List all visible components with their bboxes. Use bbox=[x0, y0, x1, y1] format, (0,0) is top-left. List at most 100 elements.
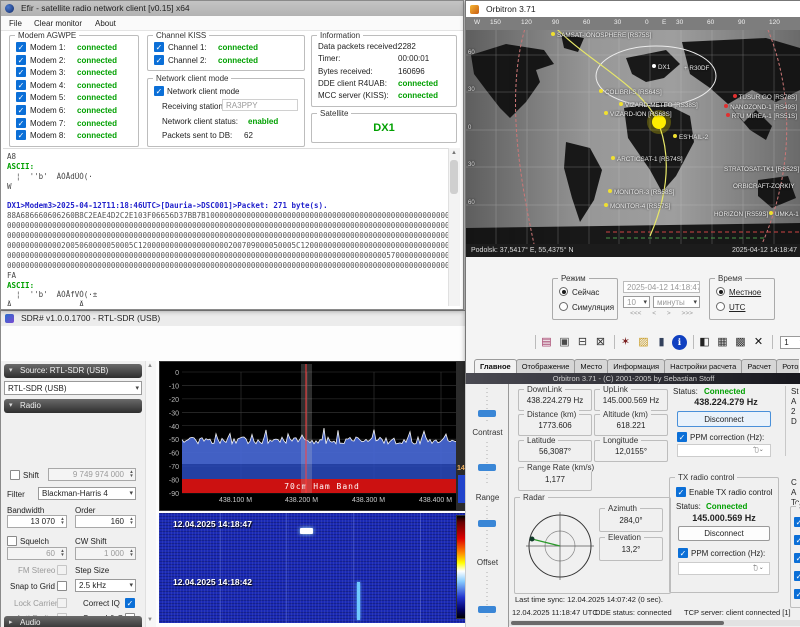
correctiq-checkbox[interactable]: ✓ bbox=[125, 598, 135, 608]
modem-checkbox[interactable]: ✓ bbox=[16, 55, 26, 65]
monitor-scrollbar-thumb[interactable] bbox=[450, 160, 458, 194]
tab-1[interactable]: Главное bbox=[474, 359, 517, 373]
mode-now-radio[interactable] bbox=[559, 287, 568, 296]
orbitron-title: Orbitron 3.71 bbox=[486, 4, 536, 14]
rx-ppm-arrows[interactable]: ⌃ ⌄ bbox=[752, 446, 764, 453]
sdrsharp-titlebar[interactable]: SDR# v1.0.0.1700 - RTL-SDR (USB) bbox=[1, 311, 509, 326]
spectrum-display[interactable]: 0-10-20-30-40-50-60-70-80-9070cm Ham Ban… bbox=[159, 361, 469, 511]
modem-checkbox[interactable]: ✓ bbox=[16, 67, 26, 77]
table-icon[interactable]: ▦ bbox=[715, 335, 730, 350]
order-spinner[interactable]: ▲▼ bbox=[127, 517, 136, 525]
fmstereo-checkbox[interactable]: ✓ bbox=[57, 565, 67, 575]
network-client-mode-checkbox[interactable]: ✓ bbox=[154, 86, 164, 96]
receiving-station-input[interactable]: RA3PPY bbox=[222, 99, 298, 111]
menu-clear-monitor[interactable]: Clear monitor bbox=[34, 19, 82, 28]
waterfall-display[interactable]: 12.04.2025 14:18:47 12.04.2025 14:18:42 bbox=[159, 513, 469, 623]
modem-checkbox[interactable]: ✓ bbox=[16, 42, 26, 52]
audio-panel-header[interactable]: Audio bbox=[4, 616, 142, 627]
tx-enable-checkbox[interactable]: ✓ bbox=[676, 487, 686, 497]
scroll-up-icon[interactable]: ▲ bbox=[451, 150, 457, 156]
simulation-arrows[interactable]: <<< < > >>> bbox=[623, 310, 700, 317]
snap-checkbox[interactable]: ✓ bbox=[57, 581, 67, 591]
waterfall-timestamp-1: 12.04.2025 14:18:47 bbox=[173, 519, 252, 529]
simulation-datetime-input[interactable]: 2025-04-12 14:18:47 bbox=[623, 281, 700, 293]
menu-file[interactable]: File bbox=[9, 19, 22, 28]
shift-checkbox[interactable]: ✓ bbox=[10, 470, 20, 480]
zoom-slider-thumb[interactable] bbox=[478, 410, 496, 417]
modem-checkbox[interactable]: ✓ bbox=[16, 80, 26, 90]
step-combo[interactable]: 2.5 kHz bbox=[75, 579, 136, 592]
tab-5[interactable]: Настройки расчета bbox=[664, 359, 742, 373]
contrast-slider-label: Contrast bbox=[466, 428, 509, 437]
packet-monitor[interactable]: A8ASCII: ¦ ''b' ÀÒÅdÙÒ(·W DX1>Modem3>202… bbox=[3, 148, 448, 306]
offset-slider-thumb[interactable] bbox=[478, 606, 496, 613]
tracker-hscrollbar-thumb[interactable] bbox=[511, 621, 724, 625]
scroll-down-icon[interactable]: ▼ bbox=[147, 617, 153, 623]
tab-2[interactable]: Отображение bbox=[516, 359, 576, 373]
open-folder-icon[interactable]: ▨ bbox=[636, 335, 651, 350]
monitor-scrollbar[interactable]: ▲ bbox=[448, 148, 460, 306]
orbitron-titlebar[interactable]: Orbitron 3.71 bbox=[466, 1, 800, 17]
source-panel-header[interactable]: Source: RTL-SDR (USB) bbox=[4, 364, 142, 378]
map-number-combo[interactable]: 1 bbox=[780, 336, 800, 349]
book-icon[interactable]: ▤ bbox=[539, 335, 554, 350]
spectrum-frequency-label: 438.300 M bbox=[352, 497, 385, 504]
scroll-up-icon[interactable]: ▲ bbox=[147, 363, 153, 369]
mode-simulation-radio[interactable] bbox=[559, 302, 568, 311]
tx-ppm-arrows[interactable]: ⌃ ⌄ bbox=[752, 564, 764, 571]
camera-icon[interactable]: ▣ bbox=[557, 335, 572, 350]
radar-scope bbox=[517, 500, 607, 592]
modem-checkbox[interactable]: ✓ bbox=[16, 130, 26, 140]
radar-box: Radar Azimuth 284,0° Elevation 13,2° bbox=[514, 497, 671, 594]
channel-checkbox[interactable]: ✓ bbox=[154, 55, 164, 65]
modem-checkbox[interactable]: ✓ bbox=[16, 118, 26, 128]
squelch-checkbox[interactable]: ✓ bbox=[7, 536, 17, 546]
world-map[interactable]: 603003060 SAMSAT-IONOSPHERE [RS75S]DX1+ … bbox=[466, 30, 800, 244]
radio-panel-header[interactable]: Radio bbox=[4, 399, 142, 413]
cwshift-spinner[interactable]: ▲▼ bbox=[127, 549, 136, 557]
night-icon[interactable]: ◧ bbox=[697, 335, 712, 350]
shift-input[interactable]: 9 749 974 000 bbox=[48, 468, 136, 481]
simulation-step-combo[interactable]: 10 bbox=[623, 296, 650, 308]
side-scrollbar[interactable]: ▲ ▼ bbox=[145, 361, 156, 627]
tab-7[interactable]: Ротор/Радио bbox=[776, 359, 799, 373]
bandwidth-spinner[interactable]: ▲▼ bbox=[58, 517, 67, 525]
tab-3[interactable]: Место bbox=[574, 359, 608, 373]
window-close-icon[interactable]: ⊠ bbox=[593, 335, 608, 350]
rx-disconnect-button[interactable]: Disconnect bbox=[677, 411, 771, 427]
tracker-hscrollbar[interactable] bbox=[509, 620, 800, 626]
modem-status: connected bbox=[77, 43, 117, 52]
modem-checkbox[interactable]: ✓ bbox=[16, 105, 26, 115]
time-utc-radio[interactable] bbox=[716, 302, 725, 311]
distance-box: Distance (km) 1773.606 bbox=[518, 414, 592, 436]
range-slider-thumb[interactable] bbox=[478, 520, 496, 527]
tx-disconnect-button[interactable]: Disconnect bbox=[678, 526, 770, 541]
tiles-icon[interactable]: ▩ bbox=[733, 335, 748, 350]
info-icon[interactable]: ℹ bbox=[672, 335, 687, 350]
save-icon[interactable]: ▮ bbox=[654, 335, 669, 350]
channel-checkbox[interactable]: ✓ bbox=[154, 42, 164, 52]
rx-ppm-checkbox[interactable]: ✓ bbox=[677, 432, 687, 442]
tx-status-label: Status: bbox=[676, 502, 701, 511]
filter-combo[interactable]: Blackman-Harris 4 bbox=[38, 487, 136, 500]
window-minimize-icon[interactable]: ⊟ bbox=[575, 335, 590, 350]
tab-6[interactable]: Расчет bbox=[741, 359, 777, 373]
shift-spinner[interactable]: ▲▼ bbox=[127, 470, 136, 478]
close-icon[interactable]: ✕ bbox=[751, 335, 766, 350]
menu-about[interactable]: About bbox=[95, 19, 116, 28]
zoom-bar-thumb[interactable] bbox=[458, 475, 465, 503]
lockcarrier-checkbox[interactable]: ✓ bbox=[57, 598, 67, 608]
satellite-label: UMKA-1 [RS bbox=[769, 211, 800, 218]
source-combo[interactable]: RTL-SDR (USB) bbox=[4, 381, 142, 395]
tools-icon[interactable]: ✶ bbox=[618, 335, 633, 350]
contrast-slider-thumb[interactable] bbox=[478, 464, 496, 471]
modem-checkbox[interactable]: ✓ bbox=[16, 92, 26, 102]
channel-label: Channel 1: bbox=[168, 43, 207, 52]
time-local-radio[interactable] bbox=[716, 287, 725, 296]
squelch-spinner[interactable]: ▲▼ bbox=[58, 549, 67, 557]
tx-ppm-checkbox[interactable]: ✓ bbox=[678, 548, 688, 558]
spectrum-frequency-label: 438.400 M bbox=[419, 497, 452, 504]
simulation-unit-combo[interactable]: минуты bbox=[653, 296, 700, 308]
efir-titlebar[interactable]: Efir - satellite radio network client [v… bbox=[1, 1, 463, 16]
tab-4[interactable]: Информация bbox=[607, 359, 665, 373]
